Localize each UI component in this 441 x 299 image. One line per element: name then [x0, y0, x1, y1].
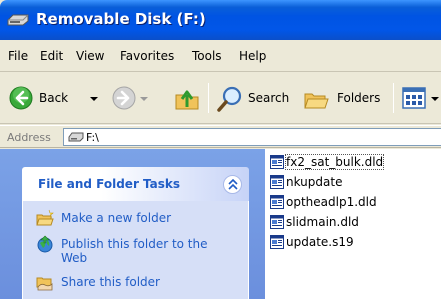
- menu-tools[interactable]: Tools: [192, 49, 222, 63]
- up-folder-icon[interactable]: [173, 85, 201, 113]
- share-folder-label: Share this folder: [61, 275, 160, 289]
- file-item-optheadlp1[interactable]: optheadlp1.dld: [269, 194, 441, 211]
- publish-web-icon: [37, 235, 53, 253]
- back-dropdown-icon[interactable]: [90, 97, 98, 101]
- title-bar[interactable]: Removable Disk (F:): [0, 0, 441, 40]
- chevron-up-icon: [228, 179, 238, 190]
- task-panel-title: File and Folder Tasks: [38, 177, 181, 191]
- forward-dropdown-icon[interactable]: [140, 97, 148, 101]
- file-name: slidmain.dld: [286, 215, 359, 229]
- content-area: File and Folder Tasks Make a new folder: [0, 149, 441, 299]
- file-folder-tasks-panel: File and Folder Tasks Make a new folder: [22, 167, 249, 299]
- file-name: optheadlp1.dld: [286, 195, 377, 209]
- file-icon: [270, 215, 284, 229]
- file-icon: [270, 155, 284, 169]
- window-title: Removable Disk (F:): [36, 10, 206, 28]
- file-item-update-s19[interactable]: update.s19: [269, 234, 441, 251]
- menu-view[interactable]: View: [76, 49, 104, 63]
- task-panel-header[interactable]: File and Folder Tasks: [22, 167, 249, 201]
- removable-drive-icon: [7, 14, 29, 26]
- file-item-nkupdate[interactable]: nkupdate: [269, 174, 441, 191]
- share-folder-icon: [36, 277, 53, 291]
- folders-button[interactable]: Folders: [301, 81, 391, 115]
- file-icon: [270, 235, 284, 249]
- search-label: Search: [248, 91, 290, 105]
- address-value: F:\: [86, 131, 99, 144]
- task-pane: File and Folder Tasks Make a new folder: [0, 149, 265, 299]
- menu-file[interactable]: File: [8, 49, 28, 63]
- file-icon: [270, 195, 284, 209]
- publish-to-web-label: Publish this folder to the Web: [61, 237, 208, 265]
- address-input[interactable]: F:\: [63, 128, 441, 146]
- file-name: nkupdate: [286, 175, 343, 189]
- make-new-folder-label: Make a new folder: [61, 211, 172, 225]
- make-new-folder-link[interactable]: Make a new folder: [36, 209, 236, 227]
- file-item-slidmain[interactable]: slidmain.dld: [269, 214, 441, 231]
- folders-icon: [304, 93, 329, 109]
- new-folder-icon: [36, 209, 54, 226]
- views-button[interactable]: [398, 81, 441, 115]
- menu-help[interactable]: Help: [239, 49, 266, 63]
- search-button[interactable]: Search: [214, 81, 297, 115]
- address-bar: Address F:\: [0, 125, 441, 148]
- file-icon: [270, 175, 284, 189]
- file-name: fx2_sat_bulk.dld: [284, 154, 385, 170]
- back-label: Back: [39, 91, 69, 105]
- menu-bar: File Edit View Favorites Tools Help: [0, 40, 441, 72]
- removable-drive-icon: [68, 132, 84, 142]
- folders-label: Folders: [337, 91, 381, 105]
- search-icon: [217, 86, 242, 112]
- forward-button[interactable]: [104, 81, 148, 115]
- file-name: update.s19: [286, 235, 354, 249]
- menu-favorites[interactable]: Favorites: [120, 49, 174, 63]
- back-button[interactable]: Back: [6, 81, 104, 115]
- back-arrow-icon: [9, 86, 33, 110]
- toolbar: Back Search Folders: [0, 73, 441, 124]
- file-item-fx2-sat-bulk[interactable]: fx2_sat_bulk.dld: [269, 154, 441, 171]
- file-list: fx2_sat_bulk.dld nkupdate optheadlp1.dld…: [269, 149, 441, 299]
- publish-to-web-link[interactable]: Publish this folder to the Web: [36, 235, 236, 265]
- forward-arrow-icon: [112, 86, 136, 110]
- share-folder-link[interactable]: Share this folder: [36, 273, 236, 291]
- views-dropdown-icon[interactable]: [431, 97, 439, 101]
- views-icon: [402, 87, 426, 109]
- address-label: Address: [7, 131, 51, 144]
- task-panel-body: Make a new folder Publish this folder to…: [22, 201, 249, 299]
- collapse-button[interactable]: [223, 175, 242, 194]
- toolbar-separator: [393, 83, 394, 113]
- menu-edit[interactable]: Edit: [40, 49, 63, 63]
- toolbar-separator: [208, 83, 209, 113]
